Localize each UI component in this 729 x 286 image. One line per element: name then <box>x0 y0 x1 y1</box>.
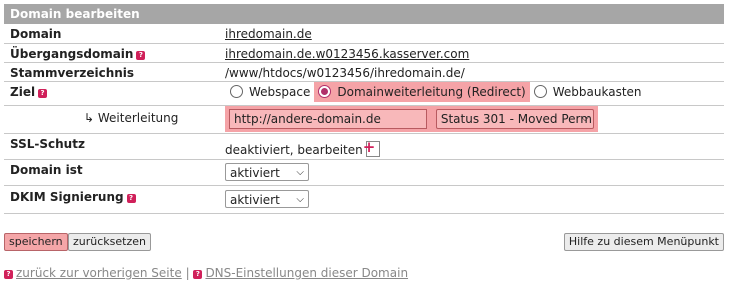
row-dkim: DKIM Signierung? aktiviert ⌵ <box>4 185 724 214</box>
radio-selected-icon <box>318 84 332 98</box>
stammverzeichnis-value: /www/htdocs/w0123456/ihredomain.de/ <box>225 65 465 80</box>
redirect-settings-highlight: http://andere-domain.de Status 301 - Mov… <box>225 105 598 132</box>
uebergangsdomain-link[interactable]: ihredomain.de.w0123456.kasserver.com <box>225 47 469 61</box>
row-ziel: Ziel? Webspace Domainweiterleitung (Redir… <box>4 81 724 106</box>
save-button[interactable]: speichern <box>4 233 68 251</box>
row-weiterleitung: ↳ Weiterleitung http://andere-domain.de … <box>4 105 724 134</box>
row-ssl: SSL-Schutz deaktiviert, bearbeiten <box>4 133 724 160</box>
domain-edit-panel: Domain bearbeiten Domain ihredomain.de Ü… <box>4 4 724 214</box>
back-icon: ? <box>4 270 13 279</box>
redirect-url-input[interactable]: http://andere-domain.de <box>229 108 427 129</box>
uebergangsdomain-label: Übergangsdomain <box>10 46 134 61</box>
domain-status-select[interactable]: aktiviert ⌵ <box>225 162 309 181</box>
footer-separator: | <box>185 266 190 280</box>
radio-button-icon <box>533 84 547 98</box>
stammverzeichnis-label: Stammverzeichnis <box>10 65 135 80</box>
domain-label: Domain <box>10 27 62 41</box>
panel-title: Domain bearbeiten <box>4 4 724 24</box>
row-domain: Domain ihredomain.de <box>4 24 724 44</box>
edit-plus-icon[interactable] <box>363 138 380 157</box>
radio-webbaukasten[interactable]: Webbaukasten <box>530 82 646 102</box>
help-icon[interactable]: ? <box>136 50 146 60</box>
redirect-status-select[interactable]: Status 301 - Moved Perm ⌵ <box>435 108 594 129</box>
dkim-label: DKIM Signierung <box>10 189 124 204</box>
footer-links: ? zurück zur vorherigen Seite | ? DNS-Eins… <box>4 266 408 280</box>
weiterleitung-label: ↳ Weiterleitung <box>84 110 179 125</box>
radio-button-icon <box>230 84 243 98</box>
ssl-label: SSL-Schutz <box>10 136 85 151</box>
dkim-select[interactable]: aktiviert ⌵ <box>225 189 309 208</box>
reset-button[interactable]: zurücksetzen <box>68 233 151 251</box>
help-icon[interactable]: ? <box>38 88 48 98</box>
domain-form: Domain ihredomain.de Übergangsdomain? ih… <box>4 24 724 214</box>
radio-domainweiterleitung[interactable]: Domainweiterleitung (Redirect) <box>314 81 530 102</box>
help-icon[interactable]: ? <box>126 193 136 203</box>
dns-settings-link[interactable]: DNS-Einstellungen dieser Domain <box>205 266 408 280</box>
row-stammverzeichnis: Stammverzeichnis /www/htdocs/w0123456/ih… <box>4 62 724 82</box>
help-button[interactable]: Hilfe zu diesem Menüpunkt <box>563 233 724 251</box>
row-uebergangsdomain: Übergangsdomain? ihredomain.de.w0123456.… <box>4 43 724 63</box>
ziel-label: Ziel <box>10 84 36 99</box>
chevron-down-icon: ⌵ <box>296 193 304 205</box>
chevron-down-icon: ⌵ <box>581 112 589 124</box>
row-domain-ist: Domain ist aktiviert ⌵ <box>4 159 724 186</box>
dns-icon: ? <box>193 270 203 279</box>
domain-link[interactable]: ihredomain.de <box>225 27 312 41</box>
chevron-down-icon: ⌵ <box>296 166 304 178</box>
back-link[interactable]: zurück zur vorherigen Seite <box>16 266 182 280</box>
domain-ist-label: Domain ist <box>10 162 83 177</box>
ssl-status: deaktiviert, bearbeiten <box>225 142 363 157</box>
radio-webspace[interactable]: Webspace <box>226 82 314 102</box>
